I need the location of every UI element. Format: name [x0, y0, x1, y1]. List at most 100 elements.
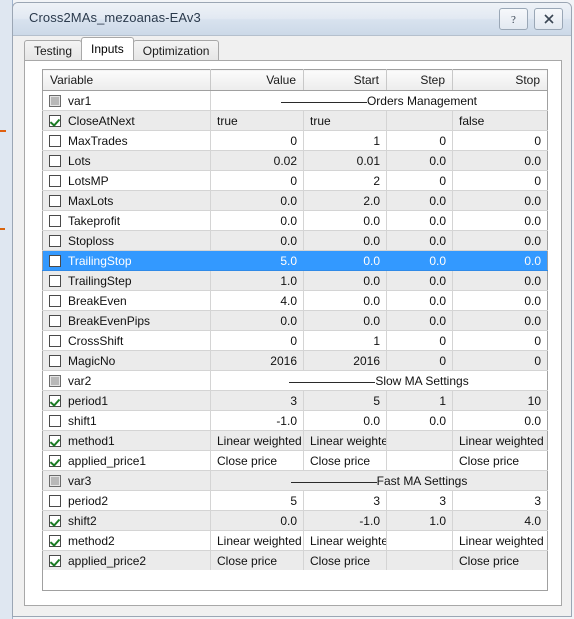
column-header-value[interactable]: Value — [210, 69, 304, 91]
optimize-checkbox[interactable] — [49, 434, 61, 447]
cell-value[interactable]: Linear weighted — [210, 530, 304, 551]
cell-value[interactable]: 3 — [210, 390, 304, 411]
cell-step[interactable]: 0 — [386, 350, 453, 371]
table-row[interactable]: Lots 0.02 0.01 0.0 0.0 — [42, 150, 548, 171]
cell-value[interactable]: 0.0 — [210, 310, 304, 331]
cell-value[interactable]: Linear weighted — [210, 430, 304, 451]
cell-start[interactable]: 0.0 — [303, 290, 387, 311]
cell-variable[interactable]: method1 — [42, 430, 211, 451]
table-row[interactable]: TrailingStep 1.0 0.0 0.0 0.0 — [42, 270, 548, 291]
cell-stop[interactable]: 0 — [452, 330, 548, 351]
cell-stop[interactable]: 0.0 — [452, 270, 548, 291]
cell-start[interactable]: 0.0 — [303, 250, 387, 271]
cell-variable[interactable]: Lots — [42, 150, 211, 171]
cell-variable[interactable]: applied_price1 — [42, 450, 211, 471]
optimize-checkbox[interactable] — [49, 214, 61, 227]
optimize-checkbox[interactable] — [49, 534, 61, 547]
table-row[interactable]: shift2 0.0 -1.0 1.0 4.0 — [42, 510, 548, 531]
cell-stop[interactable]: 0.0 — [452, 410, 548, 431]
cell-step[interactable] — [386, 550, 453, 571]
optimize-checkbox[interactable] — [49, 134, 61, 147]
cell-stop[interactable]: Close price — [452, 550, 548, 571]
cell-value[interactable]: 2016 — [210, 350, 304, 371]
cell-variable[interactable]: period2 — [42, 490, 211, 511]
cell-variable[interactable]: Takeprofit — [42, 210, 211, 231]
cell-value[interactable]: 0.02 — [210, 150, 304, 171]
close-button[interactable] — [534, 8, 563, 30]
cell-value[interactable]: true — [210, 110, 304, 131]
cell-start[interactable]: 0.0 — [303, 410, 387, 431]
optimize-checkbox[interactable] — [49, 394, 61, 407]
cell-variable[interactable]: MaxTrades — [42, 130, 211, 151]
cell-stop[interactable]: Linear weighted — [452, 430, 548, 451]
column-header-start[interactable]: Start — [303, 69, 387, 91]
table-row[interactable]: applied_price1 Close price Close price Clos… — [42, 450, 548, 471]
cell-value[interactable]: Close price — [210, 550, 304, 571]
table-row[interactable]: var3 Fast MA Settings — [42, 470, 548, 491]
cell-stop[interactable]: 0.0 — [452, 190, 548, 211]
table-row[interactable]: period1 3 5 1 10 — [42, 390, 548, 411]
optimize-checkbox[interactable] — [49, 194, 61, 207]
optimize-checkbox[interactable] — [49, 294, 61, 307]
cell-step[interactable]: 0 — [386, 170, 453, 191]
tab-testing[interactable]: Testing — [24, 40, 83, 60]
table-row[interactable]: method1 Linear weighted Linear weighted Lin… — [42, 430, 548, 451]
table-row[interactable]: shift1 -1.0 0.0 0.0 0.0 — [42, 410, 548, 431]
cell-stop[interactable]: 0.0 — [452, 310, 548, 331]
cell-start[interactable]: 2016 — [303, 350, 387, 371]
cell-value[interactable]: 0 — [210, 130, 304, 151]
cell-variable[interactable]: var2 — [42, 370, 211, 391]
column-header-step[interactable]: Step — [386, 69, 453, 91]
table-row[interactable]: Stoploss 0.0 0.0 0.0 0.0 — [42, 230, 548, 251]
cell-value[interactable]: 0.0 — [210, 190, 304, 211]
cell-start[interactable]: 0.0 — [303, 210, 387, 231]
cell-stop[interactable]: 0.0 — [452, 290, 548, 311]
cell-step[interactable]: 0.0 — [386, 250, 453, 271]
cell-value[interactable]: 0 — [210, 330, 304, 351]
cell-step[interactable] — [386, 530, 453, 551]
tab-optimization[interactable]: Optimization — [132, 40, 220, 60]
table-row[interactable]: method2 Linear weighted Linear weighted Lin… — [42, 530, 548, 551]
cell-stop[interactable]: Linear weighted — [452, 530, 548, 551]
cell-variable[interactable]: method2 — [42, 530, 211, 551]
cell-variable[interactable]: applied_price2 — [42, 550, 211, 571]
cell-variable[interactable]: shift1 — [42, 410, 211, 431]
table-row[interactable]: MaxLots 0.0 2.0 0.0 0.0 — [42, 190, 548, 211]
cell-value[interactable]: 1.0 — [210, 270, 304, 291]
cell-step[interactable]: 0.0 — [386, 210, 453, 231]
table-row[interactable]: MaxTrades 0 1 0 0 — [42, 130, 548, 151]
cell-step[interactable]: 1 — [386, 390, 453, 411]
table-row[interactable]: Takeprofit 0.0 0.0 0.0 0.0 — [42, 210, 548, 231]
cell-variable[interactable]: Stoploss — [42, 230, 211, 251]
cell-start[interactable]: Linear weighted — [303, 530, 387, 551]
cell-stop[interactable]: Close price — [452, 450, 548, 471]
cell-step[interactable]: 0.0 — [386, 410, 453, 431]
cell-value[interactable]: 0 — [210, 170, 304, 191]
help-button[interactable]: ? — [499, 8, 528, 30]
cell-start[interactable]: 0.01 — [303, 150, 387, 171]
cell-stop[interactable]: false — [452, 110, 548, 131]
optimize-checkbox[interactable] — [49, 314, 61, 327]
cell-variable[interactable]: CloseAtNext — [42, 110, 211, 131]
optimize-checkbox[interactable] — [49, 114, 61, 127]
cell-start[interactable]: 0.0 — [303, 270, 387, 291]
cell-value[interactable]: 0.0 — [210, 210, 304, 231]
cell-variable[interactable]: var1 — [42, 90, 211, 111]
table-row[interactable]: BreakEvenPips 0.0 0.0 0.0 0.0 — [42, 310, 548, 331]
cell-variable[interactable]: TrailingStop — [42, 250, 211, 271]
cell-variable[interactable]: BreakEven — [42, 290, 211, 311]
cell-step[interactable]: 0.0 — [386, 270, 453, 291]
cell-value[interactable]: 0.0 — [210, 230, 304, 251]
cell-stop[interactable]: 10 — [452, 390, 548, 411]
cell-stop[interactable]: 0.0 — [452, 230, 548, 251]
inputs-table[interactable]: Variable Value Start Step Stop var1 Order… — [42, 69, 548, 571]
optimize-checkbox[interactable] — [49, 514, 61, 527]
cell-step[interactable] — [386, 430, 453, 451]
cell-step[interactable]: 0.0 — [386, 190, 453, 211]
optimize-checkbox[interactable] — [49, 234, 61, 247]
table-row[interactable]: applied_price2 Close price Close price Clos… — [42, 550, 548, 571]
cell-variable[interactable]: CrossShift — [42, 330, 211, 351]
table-row[interactable]: MagicNo 2016 2016 0 0 — [42, 350, 548, 371]
cell-variable[interactable]: LotsMP — [42, 170, 211, 191]
optimize-checkbox[interactable] — [49, 174, 61, 187]
